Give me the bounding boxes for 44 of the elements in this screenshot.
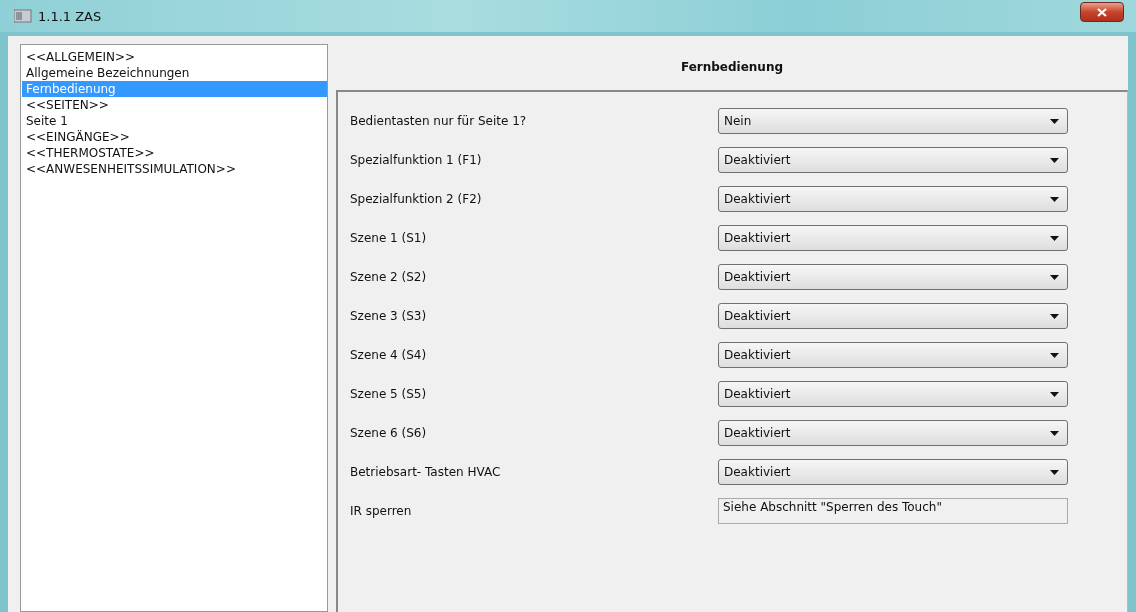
setting-label: Szene 1 (S1) <box>350 231 428 245</box>
dropdown[interactable]: Deaktiviert <box>718 147 1068 173</box>
sidebar-item[interactable]: <<ANWESENHEITSSIMULATION>> <box>22 161 327 177</box>
dropdown-arrow-icon <box>1050 196 1059 202</box>
dropdown[interactable]: Deaktiviert <box>718 420 1068 446</box>
dropdown-arrow-icon <box>1050 274 1059 280</box>
dropdown[interactable]: Deaktiviert <box>718 225 1068 251</box>
dropdown[interactable]: Deaktiviert <box>718 303 1068 329</box>
setting-label: IR sperren <box>350 504 413 518</box>
dropdown[interactable]: Deaktiviert <box>718 342 1068 368</box>
dropdown[interactable]: Deaktiviert <box>718 459 1068 485</box>
dropdown-arrow-icon <box>1050 118 1059 124</box>
dropdown[interactable]: Deaktiviert <box>718 186 1068 212</box>
setting-label: Szene 2 (S2) <box>350 270 428 284</box>
dropdown[interactable]: Deaktiviert <box>718 381 1068 407</box>
sidebar-item[interactable]: <<SEITEN>> <box>22 97 327 113</box>
setting-label: Bedientasten nur für Seite 1? <box>350 114 528 128</box>
dropdown-arrow-icon <box>1050 313 1059 319</box>
sidebar-item[interactable]: Allgemeine Bezeichnungen <box>22 65 327 81</box>
close-button[interactable] <box>1080 2 1124 22</box>
sidebar-item[interactable]: <<THERMOSTATE>> <box>22 145 327 161</box>
dropdown-arrow-icon <box>1050 469 1059 475</box>
setting-label: Szene 4 (S4) <box>350 348 428 362</box>
sidebar-item[interactable]: <<ALLGEMEIN>> <box>22 49 327 65</box>
window-title: 1.1.1 ZAS <box>38 8 103 24</box>
dropdown-arrow-icon <box>1050 157 1059 163</box>
dropdown-arrow-icon <box>1050 235 1059 241</box>
dropdown-arrow-icon <box>1050 352 1059 358</box>
dropdown[interactable]: Nein <box>718 108 1068 134</box>
setting-label: Spezialfunktion 1 (F1) <box>350 153 483 167</box>
readonly-field: Siehe Abschnitt "Sperren des Touch" <box>718 498 1068 524</box>
sidebar-item[interactable]: Seite 1 <box>22 113 327 129</box>
window-icon <box>14 9 32 23</box>
dropdown-arrow-icon <box>1050 430 1059 436</box>
setting-label: Szene 3 (S3) <box>350 309 428 323</box>
setting-label: Spezialfunktion 2 (F2) <box>350 192 483 206</box>
panel-title: Fernbedienung <box>679 59 785 76</box>
dropdown[interactable]: Deaktiviert <box>718 264 1068 290</box>
close-icon <box>1097 7 1107 17</box>
setting-label: Szene 6 (S6) <box>350 426 428 440</box>
sidebar-item[interactable]: <<EINGÄNGE>> <box>22 129 327 145</box>
dropdown-arrow-icon <box>1050 391 1059 397</box>
setting-label: Szene 5 (S5) <box>350 387 428 401</box>
setting-label: Betriebsart- Tasten HVAC <box>350 465 502 479</box>
